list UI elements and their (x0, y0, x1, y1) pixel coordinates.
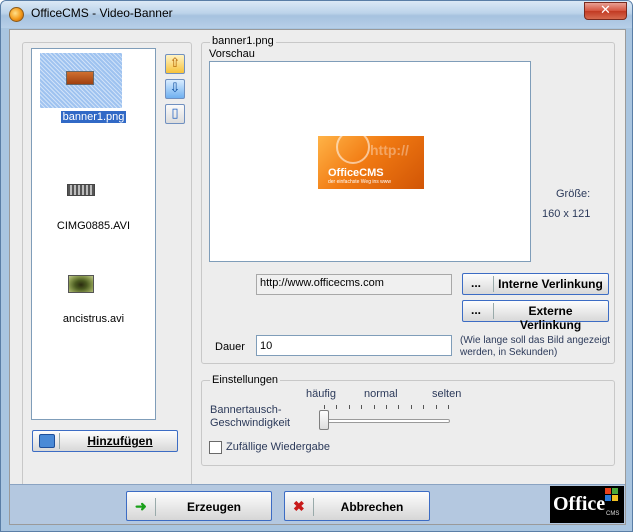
tick-label-rare: selten (432, 388, 462, 400)
dialog-client-area: banner1.png CIMG0885.AVI ancistrus.avi ⇧… (9, 29, 626, 525)
title-bar[interactable]: OfficeCMS - Video-Banner ✕ (1, 1, 632, 28)
banner-title: OfficeCMS (328, 167, 384, 179)
slider-tick (336, 405, 338, 409)
officecms-logo: Office CMS (550, 486, 624, 523)
slider-tick (410, 405, 412, 409)
app-icon (9, 7, 24, 22)
internal-link-label: Interne Verlinkung (498, 277, 603, 291)
banner-thumb-icon (66, 71, 94, 85)
close-button[interactable]: ✕ (584, 2, 627, 20)
list-item[interactable]: CIMG0885.AVI (32, 179, 155, 274)
slider-tick (435, 405, 437, 409)
move-up-button[interactable]: ⇧ (165, 54, 185, 74)
preview-label: Vorschau (209, 48, 255, 60)
banner-preview-image: http:// OfficeCMS der einfachste Weg ins… (318, 136, 424, 189)
size-value: 160 x 121 (542, 208, 591, 220)
speed-slider-track[interactable] (322, 419, 450, 423)
duration-hint: (Wie lange soll das Bild angezeigt werde… (460, 335, 611, 358)
external-link-label: Externe Verlinkung (519, 304, 582, 332)
cancel-button-label: Abbrechen (340, 500, 404, 514)
cancel-button[interactable]: ✖ Abbrechen (284, 491, 430, 521)
tick-label-normal: normal (364, 388, 398, 400)
preview-canvas: http:// OfficeCMS der einfachste Weg ins… (209, 61, 531, 262)
dots-icon: ... (471, 303, 482, 317)
button-separator (493, 303, 494, 319)
speed-slider-thumb[interactable] (319, 410, 329, 430)
properties-button[interactable]: ▯ (165, 104, 185, 124)
file-label: CIMG0885.AVI (56, 220, 131, 232)
speed-label-line2: Geschwindigkeit (210, 417, 291, 429)
bottom-bar: ➜ Erzeugen ✖ Abbrechen (10, 484, 625, 524)
banner-circle-icon (336, 136, 370, 164)
file-label: ancistrus.avi (62, 313, 125, 325)
logo-main-text: Office (553, 493, 606, 515)
random-checkbox-label: Zufällige Wiedergabe (226, 441, 330, 453)
app-window: OfficeCMS - Video-Banner ✕ banner1.png C… (0, 0, 633, 532)
banner-subtitle: der einfachste Weg ins www (328, 179, 391, 185)
duration-label: Dauer (215, 341, 245, 353)
list-item[interactable]: banner1.png (32, 49, 155, 144)
slider-tick (348, 405, 350, 409)
button-separator (493, 276, 494, 292)
create-button[interactable]: ➜ Erzeugen (126, 491, 272, 521)
add-button-label: Hinzufügen (87, 434, 153, 448)
folder-icon (39, 434, 55, 448)
speed-label: Bannertausch- Geschwindigkeit (210, 404, 290, 430)
preview-group-title: banner1.png (210, 35, 276, 47)
slider-tick (324, 405, 325, 409)
document-icon: ▯ (171, 106, 179, 121)
fish-thumb-icon (68, 275, 94, 293)
banner-ghost-text: http:// (370, 142, 409, 158)
file-label: banner1.png (60, 111, 127, 123)
list-item[interactable]: ancistrus.avi (32, 271, 155, 366)
button-separator (59, 433, 60, 449)
internal-link-button[interactable]: ... Interne Verlinkung (462, 273, 609, 295)
windows-flag-icon (605, 488, 619, 502)
external-link-button[interactable]: ... Externe Verlinkung (462, 300, 609, 332)
settings-group-title: Einstellungen (210, 374, 281, 386)
file-list[interactable]: banner1.png CIMG0885.AVI ancistrus.avi (31, 48, 156, 420)
slider-tick (373, 405, 375, 409)
button-separator (313, 498, 314, 516)
slider-tick (386, 405, 387, 409)
random-checkbox[interactable] (209, 441, 222, 454)
slider-tick (398, 405, 400, 409)
url-field[interactable]: http://www.officecms.com (256, 274, 452, 295)
add-button[interactable]: Hinzufügen (32, 430, 178, 452)
slider-tick (361, 405, 363, 409)
arrow-up-icon: ⇧ (169, 56, 181, 71)
window-title: OfficeCMS - Video-Banner (31, 6, 173, 20)
create-button-label: Erzeugen (186, 500, 241, 514)
move-down-button[interactable]: ⇩ (165, 79, 185, 99)
button-separator (155, 498, 156, 516)
arrow-right-icon: ➜ (135, 498, 147, 514)
arrow-down-icon: ⇩ (169, 81, 181, 96)
slider-tick (423, 405, 425, 409)
size-label: Größe: (556, 188, 591, 200)
speed-label-line1: Bannertausch- (210, 404, 282, 416)
tick-label-often: häufig (306, 388, 336, 400)
dots-icon: ... (471, 276, 482, 290)
duration-input[interactable] (256, 335, 452, 356)
slider-tick (448, 405, 449, 409)
video-thumb-icon (67, 184, 95, 196)
cross-icon: ✖ (293, 498, 305, 514)
logo-sub-text: CMS (606, 511, 620, 517)
